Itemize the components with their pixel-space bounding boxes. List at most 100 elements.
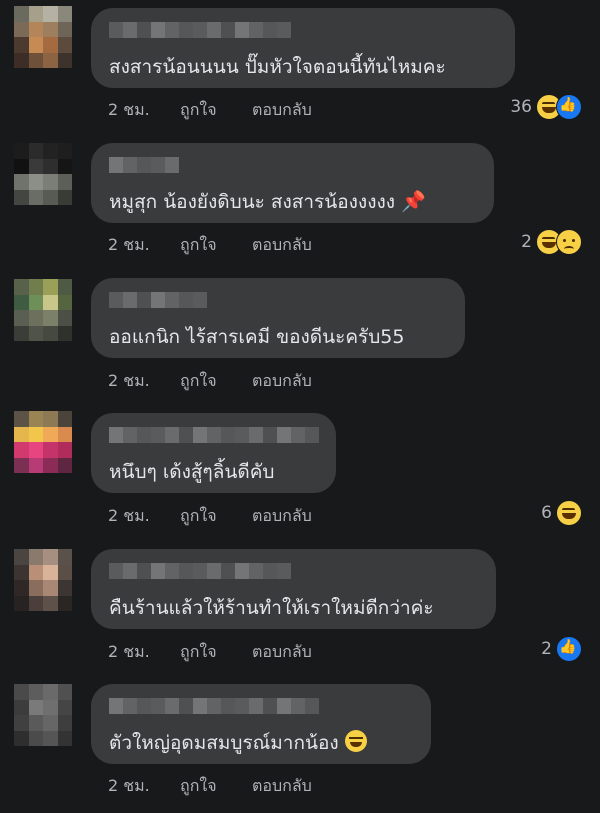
name-blur-block xyxy=(235,427,249,443)
comment-time[interactable]: 2 ชม. xyxy=(108,369,180,394)
grin-icon xyxy=(344,730,367,752)
avatar-pixel xyxy=(14,595,29,611)
name-blur-block xyxy=(235,698,249,714)
commenter-name-blurred[interactable] xyxy=(109,698,319,714)
like-link[interactable]: ถูกใจ xyxy=(180,774,252,799)
avatar-pixel xyxy=(28,37,43,53)
avatar[interactable] xyxy=(14,684,72,746)
pushpin-icon: 📌 xyxy=(401,189,426,213)
avatar-pixel xyxy=(43,595,58,611)
avatar-pixel xyxy=(14,730,29,746)
avatar-pixel xyxy=(14,6,29,22)
avatar-pixel xyxy=(57,158,72,174)
name-blur-block xyxy=(165,292,179,308)
name-blur-block xyxy=(137,698,151,714)
reply-link[interactable]: ตอบกลับ xyxy=(252,774,312,799)
avatar[interactable] xyxy=(14,279,72,341)
name-blur-block xyxy=(221,698,235,714)
avatar-pixel xyxy=(43,411,58,427)
name-blur-block xyxy=(109,22,123,38)
comment-time[interactable]: 2 ชม. xyxy=(108,233,180,258)
like-link[interactable]: ถูกใจ xyxy=(180,504,252,529)
avatar-pixel xyxy=(57,564,72,580)
comment-time[interactable]: 2 ชม. xyxy=(108,774,180,799)
avatar-pixel xyxy=(43,730,58,746)
avatar-pixel xyxy=(14,715,29,731)
avatar-pixel xyxy=(28,684,43,700)
name-blur-block xyxy=(179,698,193,714)
reply-link[interactable]: ตอบกลับ xyxy=(252,640,312,665)
comment-text: หนึบๆ เด้งสู้ๆลิ้นดีคับ xyxy=(109,461,275,483)
avatar-pixel xyxy=(57,21,72,37)
reply-link[interactable]: ตอบกลับ xyxy=(252,369,312,394)
like-link[interactable]: ถูกใจ xyxy=(180,369,252,394)
avatar-pixel xyxy=(28,143,43,159)
avatar-pixel xyxy=(43,549,58,565)
avatar-pixel xyxy=(28,699,43,715)
name-blur-block xyxy=(277,563,291,579)
comment-item: หมูสุก น้องยังดิบนะ สงสารน้องงงงง 📌 2 ชม… xyxy=(0,137,600,272)
commenter-name-blurred[interactable] xyxy=(109,292,207,308)
comment-item: หนึบๆ เด้งสู้ๆลิ้นดีคับ 2 ชม. ถูกใจ ตอบก… xyxy=(0,405,600,540)
comment-time[interactable]: 2 ชม. xyxy=(108,640,180,665)
name-blur-block xyxy=(221,563,235,579)
avatar[interactable] xyxy=(14,143,72,205)
avatar-pixel xyxy=(43,564,58,580)
name-blur-block xyxy=(109,698,123,714)
like-link[interactable]: ถูกใจ xyxy=(180,98,252,123)
avatar-pixel xyxy=(14,564,29,580)
reaction-summary[interactable]: 36 xyxy=(510,94,582,120)
reply-link[interactable]: ตอบกลับ xyxy=(252,233,312,258)
name-blur-block xyxy=(263,22,277,38)
reaction-summary[interactable]: 2 xyxy=(541,636,582,662)
name-blur-block xyxy=(123,22,137,38)
comment-actions: 2 ชม. ถูกใจ ตอบกลับ xyxy=(108,640,312,665)
comment-bubble: หมูสุก น้องยังดิบนะ สงสารน้องงงงง 📌 xyxy=(91,143,494,223)
name-blur-block xyxy=(137,292,151,308)
name-blur-block xyxy=(179,427,193,443)
like-link[interactable]: ถูกใจ xyxy=(180,640,252,665)
avatar[interactable] xyxy=(14,411,72,473)
name-blur-block xyxy=(221,427,235,443)
name-blur-block xyxy=(235,22,249,38)
avatar[interactable] xyxy=(14,6,72,68)
comment-time[interactable]: 2 ชม. xyxy=(108,98,180,123)
commenter-name-blurred[interactable] xyxy=(109,22,293,38)
name-blur-block xyxy=(137,22,151,38)
reply-link[interactable]: ตอบกลับ xyxy=(252,98,312,123)
commenter-name-blurred[interactable] xyxy=(109,563,291,579)
reply-link[interactable]: ตอบกลับ xyxy=(252,504,312,529)
name-blur-block xyxy=(123,292,137,308)
name-blur-block xyxy=(165,698,179,714)
name-blur-block xyxy=(249,22,263,38)
avatar-pixel xyxy=(14,310,29,326)
comment-time[interactable]: 2 ชม. xyxy=(108,504,180,529)
avatar-pixel xyxy=(57,294,72,310)
avatar-pixel xyxy=(57,549,72,565)
comment-text: ออแกนิก ไร้สารเคมี ของดีนะครับ55 xyxy=(109,326,405,348)
reaction-count: 2 xyxy=(521,232,532,252)
comment-item: ออแกนิก ไร้สารเคมี ของดีนะครับ55 2 ชม. ถ… xyxy=(0,273,600,408)
name-blur-block xyxy=(249,563,263,579)
avatar-pixel xyxy=(14,21,29,37)
name-blur-block xyxy=(193,698,207,714)
name-blur-block xyxy=(291,427,305,443)
commenter-name-blurred[interactable] xyxy=(109,157,179,173)
avatar-pixel xyxy=(28,730,43,746)
avatar[interactable] xyxy=(14,549,72,611)
avatar-pixel xyxy=(28,279,43,295)
avatar-pixel xyxy=(43,325,58,341)
comment-text: ตัวใหญ่อุดมสมบูรณ์มากน้อง xyxy=(109,728,367,758)
avatar-pixel xyxy=(57,411,72,427)
avatar-pixel xyxy=(43,279,58,295)
avatar-pixel xyxy=(57,189,72,205)
avatar-pixel xyxy=(57,595,72,611)
reaction-summary[interactable]: 2 xyxy=(521,229,582,255)
avatar-pixel xyxy=(57,580,72,596)
commenter-name-blurred[interactable] xyxy=(109,427,319,443)
avatar-pixel xyxy=(14,158,29,174)
reaction-summary[interactable]: 6 xyxy=(541,500,582,526)
name-blur-block xyxy=(151,157,165,173)
comment-bubble: สงสารน้อนนนน ปั๊มหัวใจตอนนี้ทันไหมคะ xyxy=(91,8,515,88)
like-link[interactable]: ถูกใจ xyxy=(180,233,252,258)
